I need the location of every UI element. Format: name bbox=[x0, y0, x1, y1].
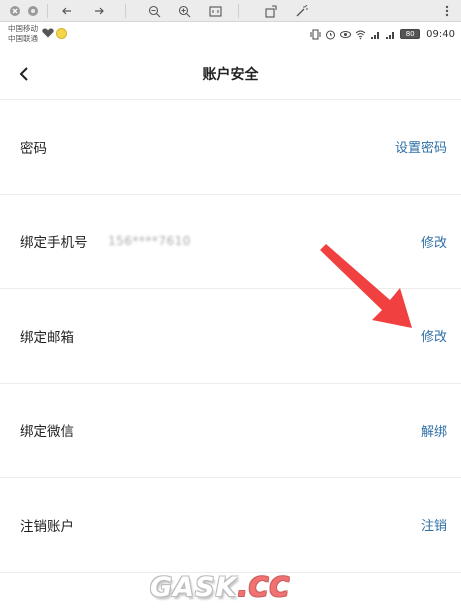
carrier-1: 中国移动 bbox=[8, 24, 38, 33]
vibrate-icon bbox=[310, 29, 321, 39]
edit-phone-link[interactable]: 修改 bbox=[421, 232, 447, 251]
magic-wand-icon[interactable] bbox=[292, 2, 310, 20]
row-label: 绑定邮箱 bbox=[20, 329, 74, 346]
row-label: 密码 bbox=[20, 140, 47, 157]
forward-arrow-icon[interactable] bbox=[90, 2, 108, 20]
watermark-accent: .CC bbox=[237, 572, 291, 603]
zoom-out-icon[interactable] bbox=[145, 2, 163, 20]
watermark-main: GASK bbox=[150, 572, 238, 603]
settings-row-wechat: 绑定微信 解绑 bbox=[0, 384, 461, 478]
coin-notification-icon bbox=[56, 28, 67, 39]
alarm-icon bbox=[326, 30, 336, 39]
zoom-in-icon[interactable] bbox=[175, 2, 193, 20]
delete-account-link[interactable]: 注销 bbox=[421, 515, 447, 534]
phone-number-value: 156****7610 bbox=[108, 234, 191, 249]
status-bar: 中国移动 中国联通 80 09:40 bbox=[0, 22, 461, 48]
settings-row-delete-account: 注销账户 注销 bbox=[0, 478, 461, 573]
row-label: 绑定手机号 bbox=[20, 235, 88, 252]
signal-2g-icon bbox=[371, 31, 380, 39]
status-time: 09:40 bbox=[426, 28, 455, 40]
page-title: 账户安全 bbox=[202, 67, 259, 83]
rotate-icon[interactable] bbox=[262, 2, 280, 20]
health-app-icon bbox=[42, 28, 54, 38]
carrier-2: 中国联通 bbox=[8, 34, 38, 43]
eye-comfort-icon bbox=[340, 30, 352, 38]
edit-email-link[interactable]: 修改 bbox=[421, 326, 447, 345]
app-header: 账户安全 bbox=[0, 48, 461, 100]
unbind-wechat-link[interactable]: 解绑 bbox=[421, 421, 447, 440]
site-watermark: GASK.CC bbox=[150, 572, 320, 608]
settings-row-password: 密码 设置密码 bbox=[0, 100, 461, 195]
back-arrow-icon[interactable] bbox=[58, 2, 76, 20]
carrier-labels: 中国移动 中国联通 bbox=[8, 24, 38, 44]
red-arrow-icon bbox=[320, 244, 412, 328]
wifi-icon bbox=[355, 30, 366, 39]
settings-icon[interactable] bbox=[24, 2, 42, 20]
close-icon[interactable] bbox=[6, 2, 24, 20]
row-label: 绑定微信 bbox=[20, 424, 74, 441]
status-icons: 80 09:40 bbox=[310, 27, 455, 41]
set-password-link[interactable]: 设置密码 bbox=[395, 137, 447, 156]
battery-indicator: 80 bbox=[400, 29, 421, 39]
row-label: 注销账户 bbox=[20, 518, 74, 535]
fit-window-icon[interactable] bbox=[206, 2, 224, 20]
signal-4g-icon bbox=[386, 31, 395, 39]
more-icon[interactable] bbox=[438, 2, 456, 20]
image-viewer-toolbar bbox=[0, 0, 461, 22]
